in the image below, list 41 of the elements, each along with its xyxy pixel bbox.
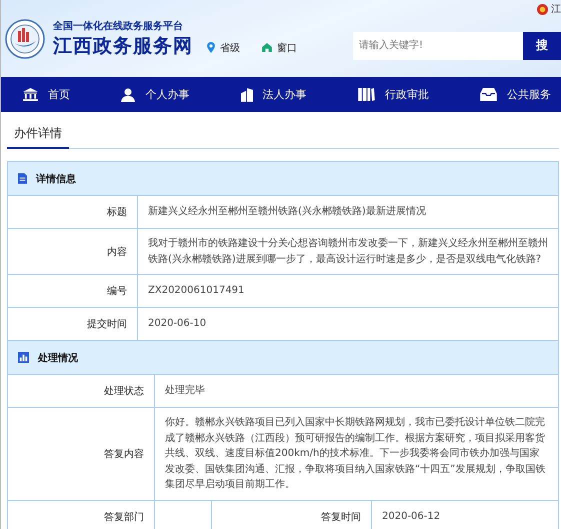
field-label: 处理状态 [8,375,155,407]
region-text: 江 [551,3,561,16]
field-value: 2020-06-10 [147,317,208,332]
field-label: 答复时间 [212,500,372,529]
field-value: 你好。赣郴永兴铁路项目已列入国家中长期铁路网规划，我市已委托设计单位铁二院完成了赣郴永兴铁路（江西段）预可研报告的编制工作。根据方案研究，项目拟采用客货共线、双线、速度目标值200km/h的技术标准。下一步我委将会同市铁办加强与国家发改委、国铁集团沟通、汇报，争取将项目纳入国家铁路“十四五”发展规划，争取国铁集团尽早启动项目前期工作。 [164,416,546,492]
section-title: 处理情况 [38,352,78,364]
chart-icon [18,352,29,363]
person-icon [121,88,136,102]
emblem-logo [5,18,45,58]
bank-icon [23,88,38,101]
building-icon [240,88,252,102]
location-pin-icon [207,42,215,53]
nav-item[interactable]: 个人办事 [121,77,190,112]
field-value: 新建兴义经永州至郴州至赣州铁路(兴永郴赣铁路)最新进展情况 [147,204,427,220]
inbox-tray-icon [480,88,497,101]
region-link[interactable]: 省级 [207,40,240,54]
document-icon [18,173,27,184]
nav-item[interactable]: 首页 [23,77,70,112]
nav-item[interactable]: 行政审批 [358,77,429,112]
nav-item[interactable]: 法人办事 [240,77,306,112]
field-label: 标题 [8,196,138,228]
nav-item[interactable]: 公共服务 [480,77,551,112]
field-label: 答复内容 [8,408,155,500]
field-label: 答复部门 [8,500,155,529]
field-label: 编号 [8,275,138,307]
binders-icon [358,88,375,101]
window-link[interactable]: 窗口 [262,40,297,54]
field-value: 我对于赣州市的铁路建设十分关心想咨询赣州市发改委一下，新建兴义经永州至郴州至赣州铁路(兴永郴赣铁路)进展到哪一步了，最高设计运行时速是多少，是否是双线电气化铁路? [147,236,549,266]
field-value: 2020-06-12 [381,510,442,524]
search-field[interactable]: 请输入关键字! [353,32,523,60]
section-title: 详情信息 [36,172,76,186]
search-button[interactable]: 搜 [523,32,561,60]
home-icon [262,43,272,52]
field-value: 处理完毕 [164,384,206,398]
platform-subtitle: 全国一体化在线政务服务平台 [53,20,184,32]
emblem-icon [537,4,548,14]
field-value: ZX2020061017491 [147,284,246,298]
details-tab[interactable]: 办件详情 [7,123,69,149]
site-title: 江西政务服务网 [53,34,193,58]
field-label: 提交时间 [8,308,138,340]
field-label: 内容 [8,229,138,274]
